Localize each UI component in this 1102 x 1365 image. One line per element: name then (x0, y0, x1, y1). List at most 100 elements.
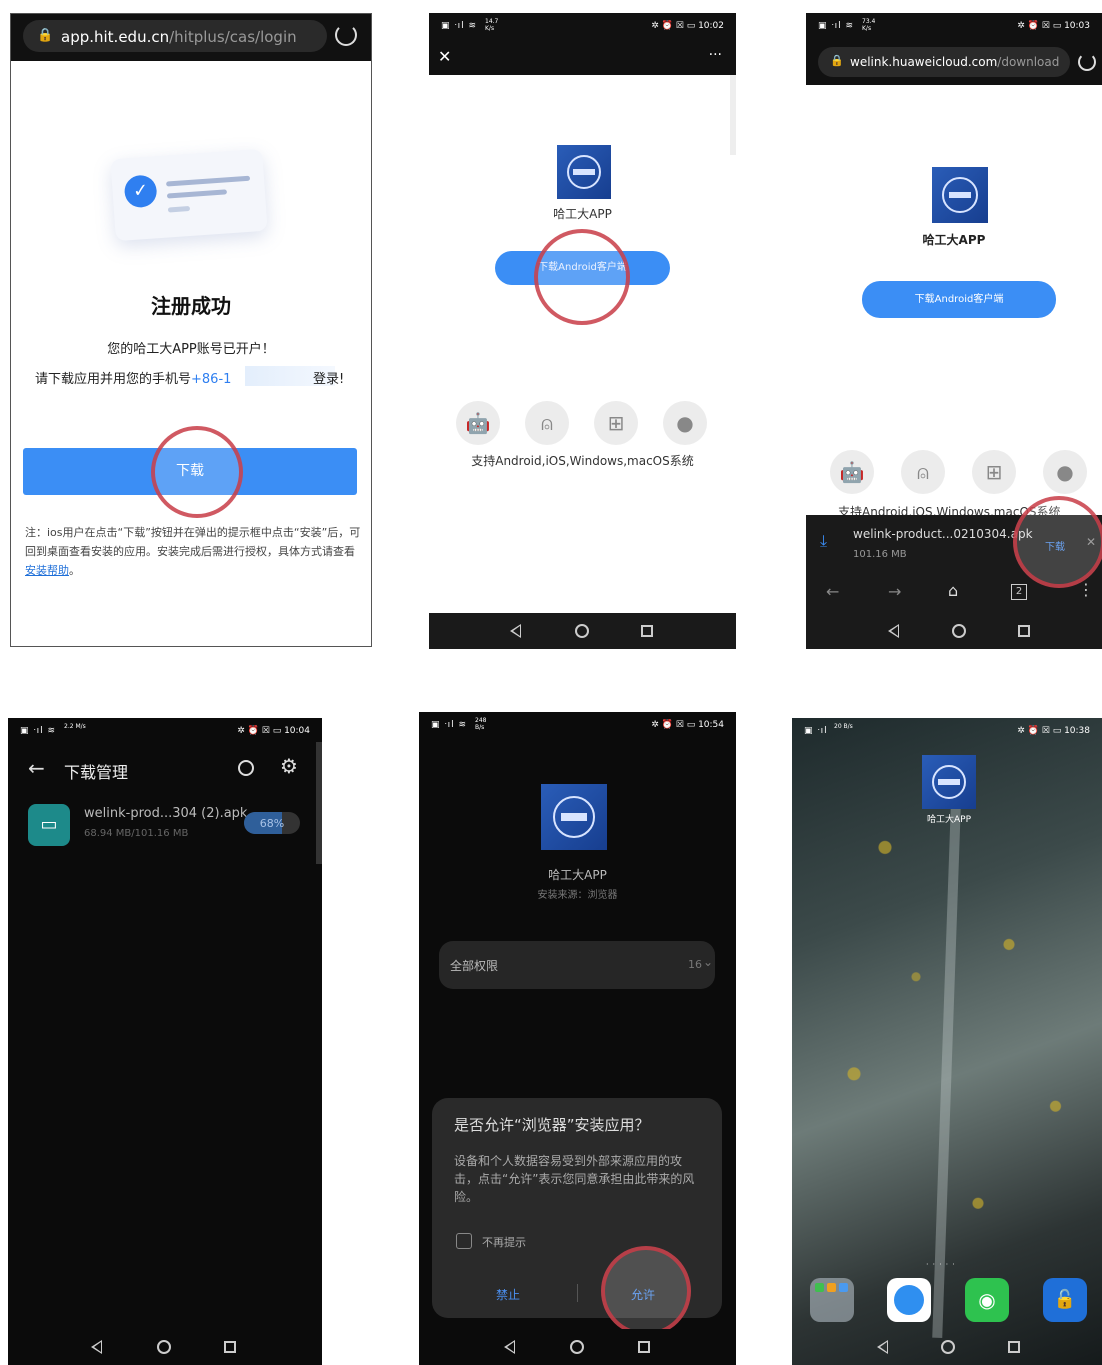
install-help-link[interactable]: 安装帮助 (25, 564, 69, 577)
net-speed: 2.2 M/s (64, 723, 86, 730)
click-highlight-ring (151, 426, 243, 518)
lock-app-icon[interactable]: 🔓 (1043, 1278, 1087, 1322)
permissions-row[interactable]: 全部权限 16 ⌄ (439, 941, 715, 989)
nav-home-icon[interactable] (155, 1338, 173, 1356)
status-bar: ▣ ᐧıl ≋ 14.7 K/s ✲ ⏰ ☒ ▭ 10:02 (441, 18, 724, 32)
nav-recents-icon[interactable] (635, 1338, 653, 1356)
home-icon[interactable]: ⌂ (948, 581, 958, 600)
app-store-icon[interactable]: ⍝ (901, 450, 945, 494)
checkbox-label: 不再提示 (482, 1236, 526, 1249)
progress-percent: 68% (259, 817, 285, 830)
android-nav-bar (8, 1329, 322, 1365)
install-source: 安装来源：浏览器 (537, 890, 618, 901)
status-time: 10:54 (698, 720, 724, 730)
dialog-body: 设备和个人数据容易受到外部来源应用的攻击，点击“允许”表示您同意承担由此带来的风… (454, 1154, 695, 1204)
page-indicator: ····· (926, 1260, 959, 1269)
back-arrow-icon[interactable]: ← (28, 756, 45, 780)
reload-icon[interactable] (1078, 53, 1096, 71)
net-speed: 73.4 K/s (862, 18, 876, 32)
panel-download-manager: ▣ ᐧıl ≋ 2.2 M/s ✲ ⏰ ☒ ▭ 10:04 ← 下载管理 ⚙ ▭… (8, 718, 322, 1365)
permissions-count: 16 (688, 958, 702, 971)
lock-icon: 🔒 (830, 54, 844, 67)
tab-count-icon[interactable]: 2 (1011, 584, 1027, 600)
permissions-label: 全部权限 (450, 959, 499, 973)
nav-recents-icon[interactable] (1015, 622, 1033, 640)
nav-back-icon[interactable] (874, 1338, 892, 1356)
signal-wifi-icon: ▣ ᐧıl ≋ (818, 21, 855, 31)
lock-icon: 🔒 (37, 28, 54, 43)
browser-icon[interactable] (887, 1278, 931, 1322)
nav-recents-icon[interactable] (638, 622, 656, 640)
app-name: 哈工大APP (553, 207, 612, 221)
signal-wifi-icon: ▣ ᐧıl ≋ (431, 720, 468, 730)
android-nav-bar (429, 613, 736, 649)
status-bar: ▣ ᐧıl ≋ 2.2 M/s ✲ ⏰ ☒ ▭ 10:04 (20, 723, 310, 736)
download-arrow-icon: ⤓ (820, 531, 828, 550)
windows-icon[interactable]: ⊞ (972, 450, 1016, 494)
folder-icon[interactable] (810, 1278, 854, 1322)
panel-app-download-page: ▣ ᐧıl ≋ 14.7 K/s ✲ ⏰ ☒ ▭ 10:02 ✕ ··· 哈工大… (429, 13, 736, 649)
gear-icon[interactable]: ⚙ (280, 754, 298, 778)
app-name: 哈工大APP (922, 233, 986, 247)
search-icon[interactable] (238, 760, 254, 776)
nav-home-icon[interactable] (568, 1338, 586, 1356)
nav-recents-icon[interactable] (221, 1338, 239, 1356)
url-host: app.hit.edu.cn (61, 28, 170, 46)
status-bar: ▣ ᐧıl ≋ 73.4 K/s ✲ ⏰ ☒ ▭ 10:03 (818, 18, 1090, 32)
nav-back-icon[interactable] (88, 1338, 106, 1356)
progress-pill[interactable]: 68% (244, 812, 300, 834)
windows-icon[interactable]: ⊞ (594, 401, 638, 445)
dialog-title: 是否允许“浏览器”安装应用？ (454, 1116, 650, 1134)
status-time: 10:38 (1064, 726, 1090, 736)
download-android-button[interactable]: 下载Android客户端 (862, 281, 1056, 318)
app-icon-label: 哈工大APP (926, 815, 971, 825)
nav-back-icon[interactable] (507, 622, 525, 640)
dont-show-checkbox[interactable] (456, 1233, 472, 1249)
android-icon[interactable]: 🤖 (456, 401, 500, 445)
panel-home-screen: ▣ ᐧıl 20 B/s ✲ ⏰ ☒ ▭ 10:38 哈工大APP ····· … (792, 718, 1102, 1365)
more-icon[interactable]: ⋮ (1078, 580, 1094, 599)
apple-icon[interactable]: ● (1043, 450, 1087, 494)
forward-arrow-icon[interactable]: → (888, 582, 901, 601)
android-nav-bar (419, 1329, 736, 1365)
back-arrow-icon[interactable]: ← (826, 582, 839, 601)
download-file-name: welink-prod...304 (2).apk (84, 806, 248, 821)
address-field[interactable]: 🔒 welink.huaweicloud.com/download (818, 47, 1070, 77)
signal-wifi-icon: ▣ ᐧıl ≋ (441, 21, 478, 31)
status-bar: ▣ ᐧıl ≋ 248 B/s ✲ ⏰ ☒ ▭ 10:54 (431, 717, 724, 731)
android-icon[interactable]: 🤖 (830, 450, 874, 494)
download-file-name: welink-product...0210304.apk (853, 527, 1033, 541)
wechat-icon[interactable]: ◉ (965, 1278, 1009, 1322)
nav-home-icon[interactable] (950, 622, 968, 640)
top-bar: ▣ ᐧıl ≋ 73.4 K/s ✲ ⏰ ☒ ▭ 10:03 🔒 welink.… (806, 13, 1102, 85)
support-platforms: 支持Android,iOS,Windows,macOS系统 (471, 454, 694, 468)
net-speed: 14.7 K/s (485, 18, 499, 32)
nav-home-icon[interactable] (573, 622, 591, 640)
address-field[interactable]: 🔒 app.hit.edu.cn/hitplus/cas/login (23, 20, 327, 52)
phone-number: +86-1 (191, 372, 232, 387)
download-progress-text: 68.94 MB/101.16 MB (84, 828, 189, 839)
more-icon[interactable]: ··· (709, 47, 722, 63)
deny-button[interactable]: 禁止 (496, 1286, 520, 1303)
reload-icon[interactable] (335, 24, 357, 46)
nav-recents-icon[interactable] (1005, 1338, 1023, 1356)
nav-back-icon[interactable] (501, 1338, 519, 1356)
app-store-icon[interactable]: ⍝ (525, 401, 569, 445)
close-icon[interactable]: ✕ (438, 47, 451, 66)
page-title: 注册成功 (151, 294, 231, 318)
nav-back-icon[interactable] (885, 622, 903, 640)
nav-home-icon[interactable] (939, 1338, 957, 1356)
android-nav-bar (806, 613, 1102, 649)
top-bar: ▣ ᐧıl ≋ 14.7 K/s ✲ ⏰ ☒ ▭ 10:02 ✕ ··· (429, 13, 736, 75)
url-path: /download (997, 55, 1060, 69)
hit-app-icon[interactable] (922, 755, 976, 809)
download-file-size: 101.16 MB (853, 549, 907, 560)
apple-icon[interactable]: ● (663, 401, 707, 445)
status-time: 10:02 (698, 21, 724, 31)
url-path: /hitplus/cas/login (169, 28, 297, 46)
panel-install-permission: ▣ ᐧıl ≋ 248 B/s ✲ ⏰ ☒ ▭ 10:54 哈工大APP 安装来… (419, 712, 736, 1365)
list-item[interactable]: ▭ welink-prod...304 (2).apk 68.94 MB/101… (8, 798, 322, 854)
page-title: 下载管理 (64, 763, 129, 782)
ios-note: 注：ios用户在点击“下载”按钮并在弹出的提示框中点击“安装”后，可回到桌面查看… (25, 526, 361, 577)
net-speed: 20 B/s (834, 723, 853, 730)
